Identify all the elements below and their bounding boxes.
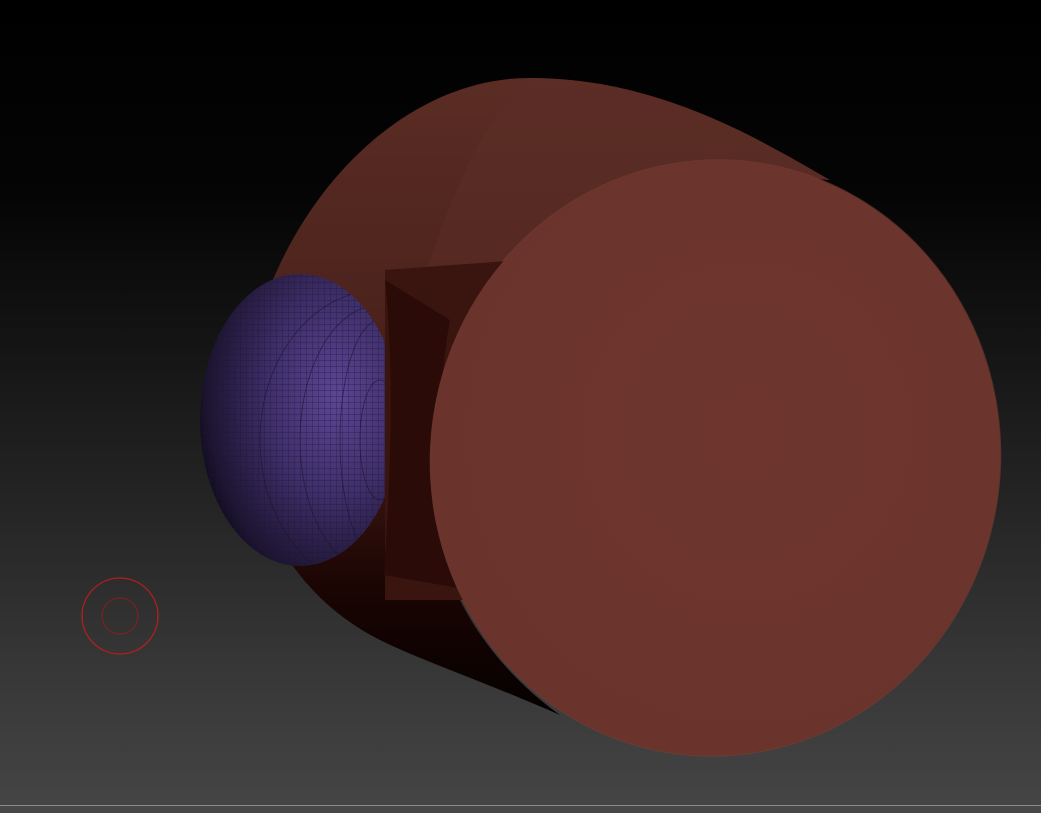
sphere-wireframe xyxy=(200,274,400,566)
bottom-shelf xyxy=(0,805,1041,813)
canvas-svg[interactable] xyxy=(0,0,1041,813)
document-canvas[interactable] xyxy=(0,0,1041,813)
brush-cursor-icon xyxy=(81,577,159,655)
